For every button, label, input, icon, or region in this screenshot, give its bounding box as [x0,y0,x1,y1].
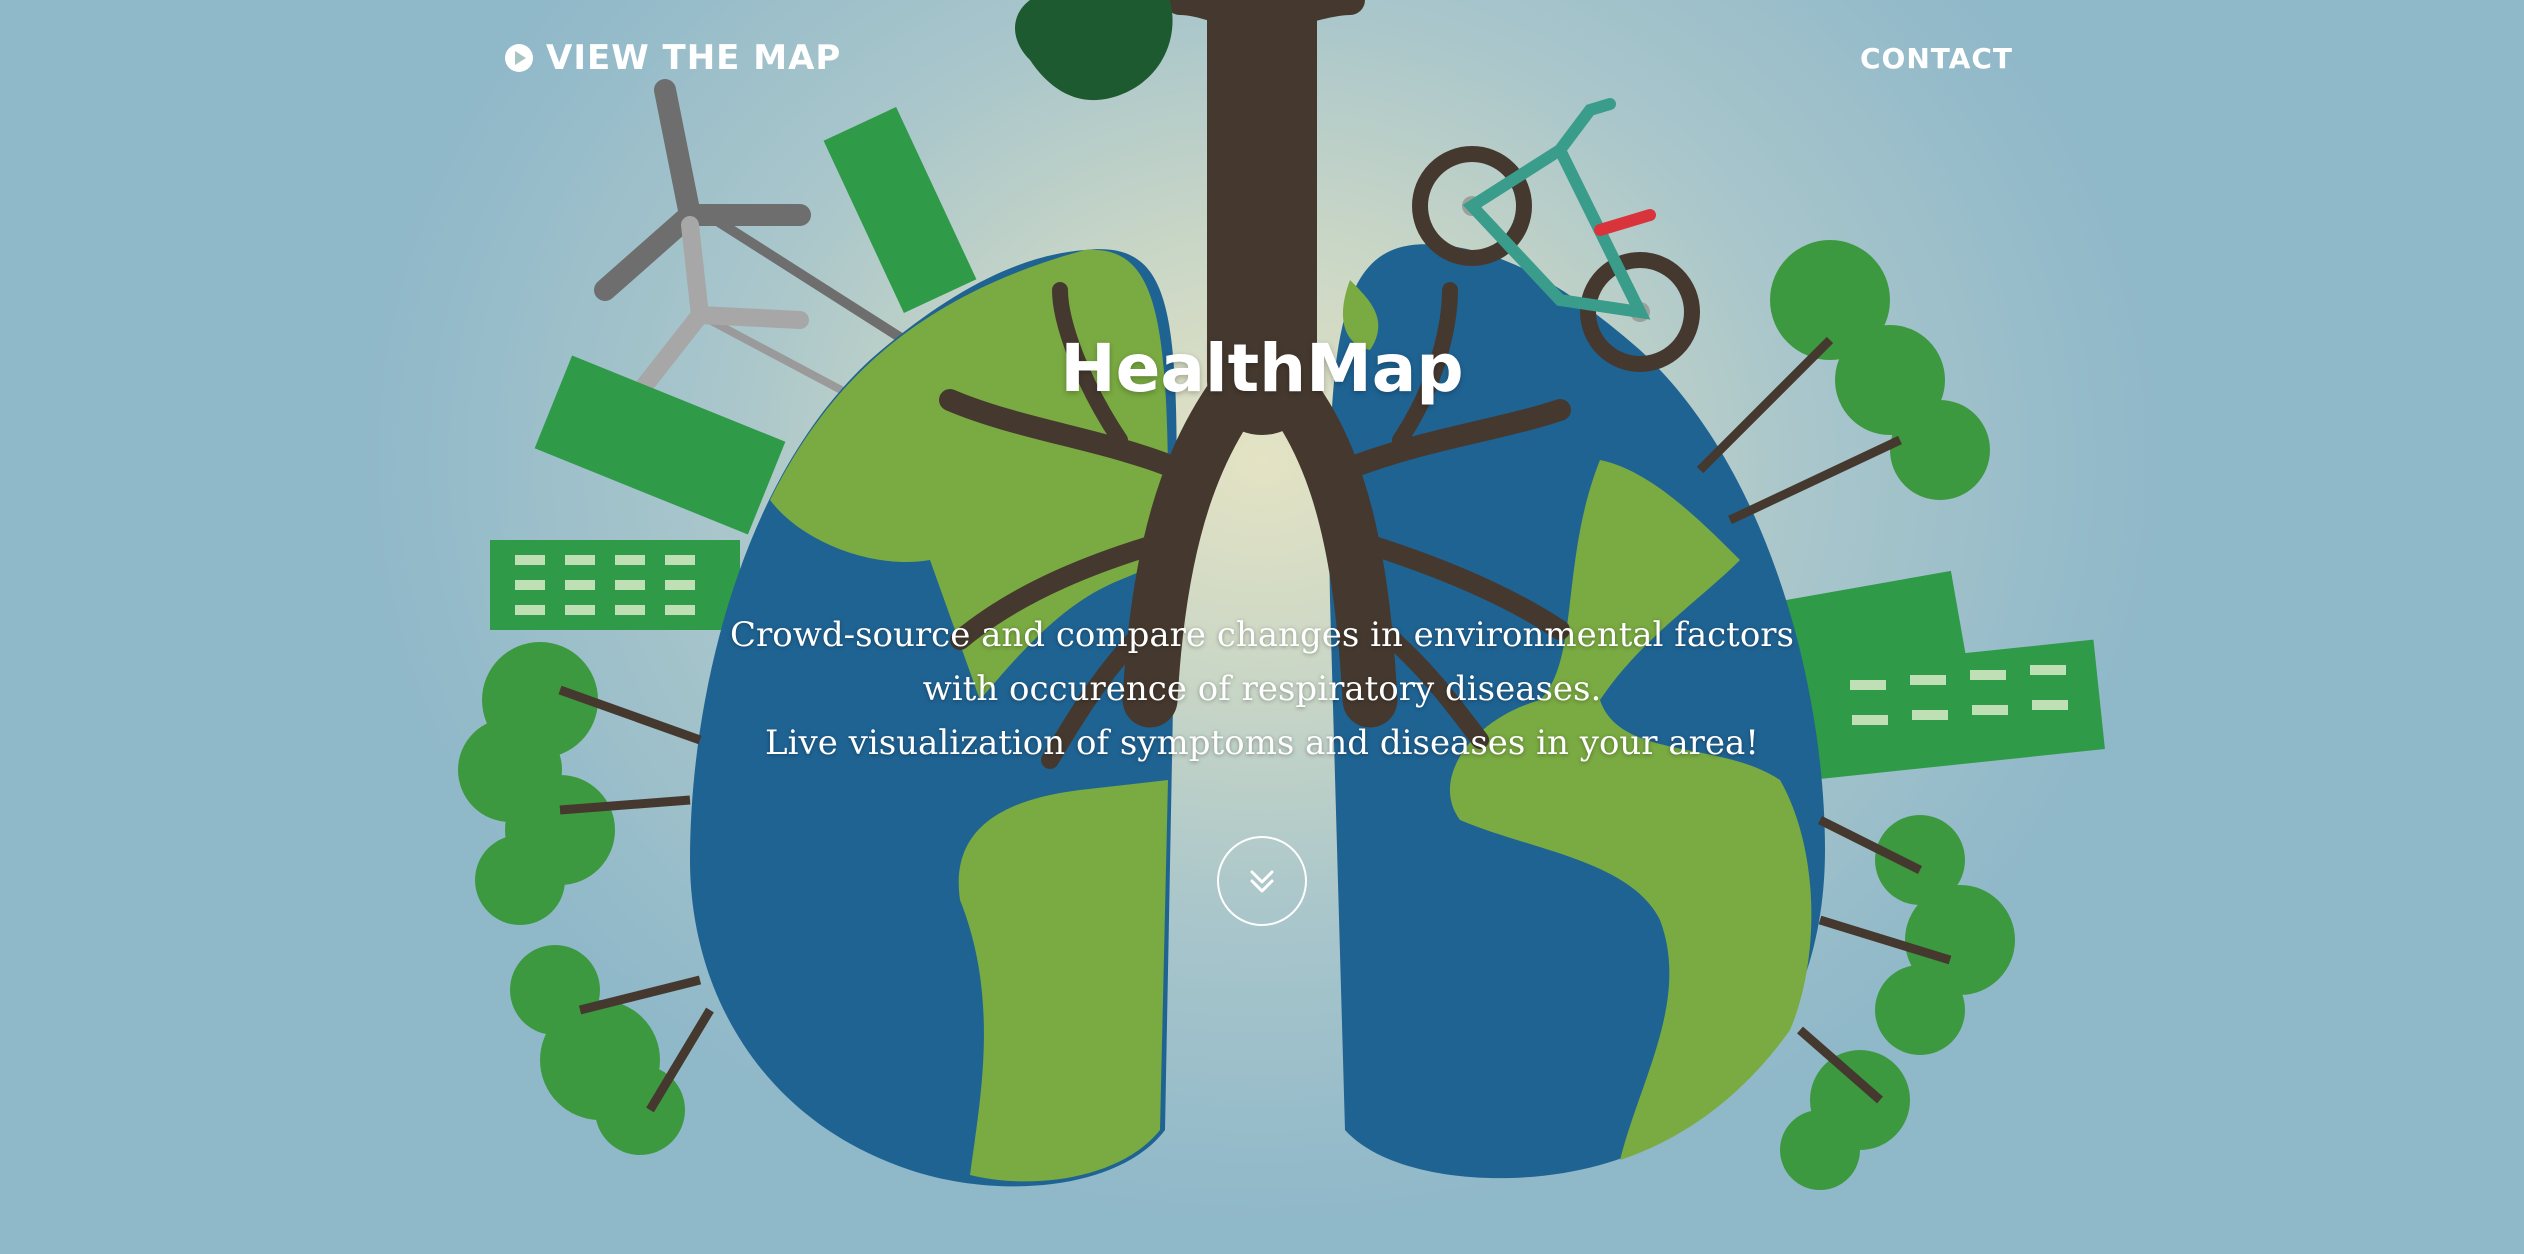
tagline-line-3: Live visualization of symptoms and disea… [765,723,1759,763]
play-circle-icon [505,44,533,72]
view-the-map-link[interactable]: VIEW THE MAP [504,38,841,78]
leaf-icon [1015,0,1173,101]
double-chevron-down-icon [1250,870,1274,893]
tagline-line-1: Crowd-source and compare changes in envi… [730,615,1794,655]
page-title: HealthMap [1060,330,1464,407]
tagline-line-2: with occurence of respiratory diseases. [922,669,1602,709]
scroll-down-button[interactable] [1217,836,1307,926]
view-the-map-label: VIEW THE MAP [546,38,842,78]
contact-link[interactable]: CONTACT [1860,42,2013,75]
hero-tagline: Crowd-source and compare changes in envi… [0,608,2524,770]
